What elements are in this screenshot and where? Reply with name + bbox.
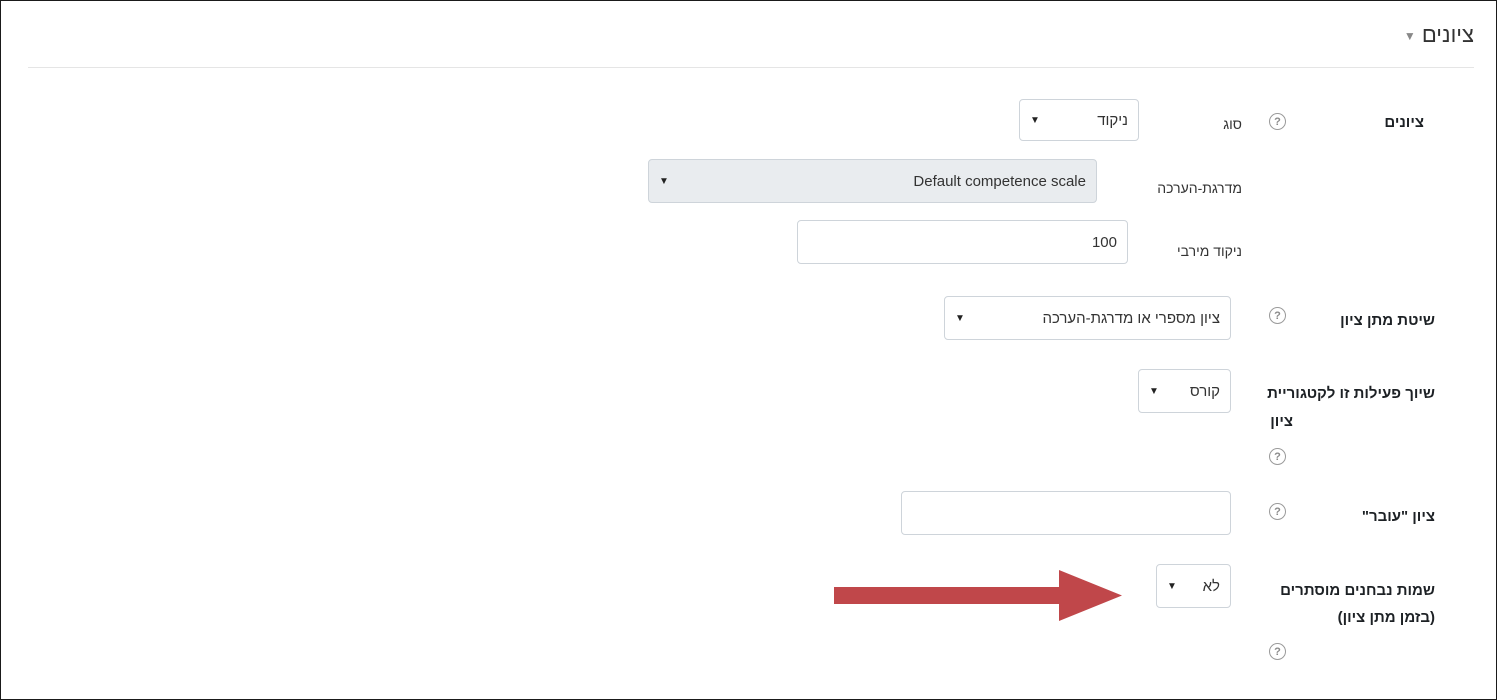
grade-type-value: ניקוד [1097,111,1128,129]
scale-value: Default competence scale [913,172,1086,190]
annotation-arrow-icon [834,570,1122,621]
section-divider [28,67,1474,68]
grading-method-label: שיטת מתן ציון [1340,312,1435,329]
blind-marking-help-icon[interactable]: ? [1269,643,1286,660]
grade-category-value: קורס [1189,382,1220,400]
arrow-shaft [834,587,1059,604]
blind-marking-label-line2: (בזמן מתן ציון) [1337,609,1435,626]
section-header[interactable]: ציונים ▼ [1404,22,1474,48]
chevron-down-icon: ▼ [1167,580,1177,592]
grade-help-icon[interactable]: ? [1269,113,1286,130]
grade-category-help-icon[interactable]: ? [1269,448,1286,465]
max-grade-input[interactable]: 100 [797,220,1128,264]
scale-label: מדרגת-הערכה [1157,180,1242,196]
chevron-down-icon: ▼ [1030,114,1040,126]
grade-category-label-line2: ציון [1270,413,1293,430]
max-grade-value: 100 [1091,233,1117,251]
grade-category-label-line1: שיוך פעילות זו לקטגוריית [1267,385,1435,402]
arrow-head [1059,570,1122,621]
chevron-down-icon: ▼ [1149,385,1159,397]
blind-marking-select[interactable]: לא ▼ [1156,564,1231,608]
chevron-down-icon: ▼ [659,175,669,187]
blind-marking-label-line1: שמות נבחנים מוסתרים [1280,582,1435,599]
collapse-toggle-icon[interactable]: ▼ [1404,29,1416,43]
page-frame [0,0,1497,700]
blind-marking-value: לא [1202,577,1220,595]
grading-method-help-icon[interactable]: ? [1269,307,1286,324]
grade-label: ציונים [1384,114,1424,131]
pass-grade-label: ציון "עובר" [1361,508,1435,525]
grade-type-select[interactable]: ניקוד ▼ [1019,99,1139,141]
chevron-down-icon: ▼ [955,312,965,324]
scale-select[interactable]: Default competence scale ▼ [648,159,1097,203]
grade-category-select[interactable]: קורס ▼ [1138,369,1231,413]
max-grade-label: ניקוד מירבי [1177,243,1242,259]
pass-grade-help-icon[interactable]: ? [1269,503,1286,520]
grading-method-select[interactable]: ציון מספרי או מדרגת-הערכה ▼ [944,296,1231,340]
grade-type-label: סוג [1223,116,1242,132]
grading-method-value: ציון מספרי או מדרגת-הערכה [1042,309,1220,327]
section-title: ציונים [1421,22,1474,47]
pass-grade-input[interactable] [901,491,1231,535]
